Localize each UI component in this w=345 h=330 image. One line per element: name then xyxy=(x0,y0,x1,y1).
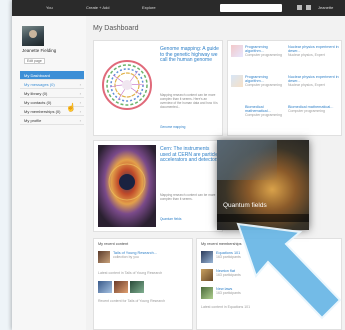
item-thumbnail xyxy=(98,251,110,263)
feature-tag-link[interactable]: Genome mapping xyxy=(160,125,185,129)
edit-page-button[interactable]: Edit page xyxy=(24,58,45,64)
recent-content-panel: My recent content Tails of Young Researc… xyxy=(93,238,193,330)
sidebar-item-profile[interactable]: My profile › xyxy=(20,116,84,125)
list-item[interactable]: Programming algorithm... Computer progra… xyxy=(245,45,283,58)
page-title: My Dashboard xyxy=(93,25,139,32)
list-item[interactable]: Newton flat 163 participants xyxy=(216,269,256,277)
list-item[interactable]: Recent content for Tails of Young Resear… xyxy=(98,299,190,303)
item-thumbnail xyxy=(130,281,144,293)
list-item[interactable]: Equations 101 163 participants xyxy=(216,251,256,259)
item-thumbnail xyxy=(231,45,243,57)
list-item[interactable]: Latest content in Tails of Young Researc… xyxy=(98,271,190,275)
search-input[interactable] xyxy=(220,4,282,12)
sidebar-item-label: My library (0) xyxy=(24,91,48,96)
chevron-right-icon: › xyxy=(79,100,81,105)
sidebar-item-label: My memberships (0) xyxy=(24,109,61,114)
item-thumbnail xyxy=(201,287,213,299)
panel-title: My recent content xyxy=(98,242,129,246)
item-thumbnail xyxy=(201,251,213,263)
recent-memberships-panel: My recent memberships Equations 101 163 … xyxy=(196,238,342,330)
feature-card-genome[interactable]: Genome mapping: A guide to the genetic h… xyxy=(93,40,223,136)
messages-icon[interactable] xyxy=(297,5,302,10)
chevron-right-icon: › xyxy=(79,91,81,96)
avatar[interactable] xyxy=(22,26,44,46)
nav-explore[interactable]: Explore xyxy=(142,5,156,10)
profile-name[interactable]: Jeanette Fielding xyxy=(22,48,56,53)
list-item[interactable]: Nuclear physics experiment in deser... N… xyxy=(288,45,340,58)
overlay-title: Quantum fields xyxy=(223,202,267,209)
sidebar: Jeanette Fielding Edit page My Dashboard… xyxy=(12,16,86,330)
list-item[interactable]: Biomedical mathematical... Computer prog… xyxy=(245,105,283,118)
item-thumbnail xyxy=(114,281,128,293)
feature-tag-link[interactable]: Quantum fields xyxy=(160,217,181,221)
overlay-caption-bar xyxy=(217,214,309,222)
sidebar-item-messages[interactable]: My messages (0) › xyxy=(20,80,84,89)
genome-map-image xyxy=(98,45,156,131)
feature-card-cern[interactable]: Cern: The instruments used at CERN are p… xyxy=(93,140,223,232)
feature-title[interactable]: Genome mapping: A guide to the genetic h… xyxy=(160,46,220,64)
item-thumbnail xyxy=(231,75,243,87)
nav-you[interactable]: You xyxy=(46,5,53,10)
item-thumbnail xyxy=(98,281,112,293)
list-item[interactable]: Tails of Young Research... collection by… xyxy=(113,251,191,259)
app-window: You Create + Add Explore Jeanette Jeanet… xyxy=(12,0,345,330)
recommended-items: Programming algorithm... Computer progra… xyxy=(227,40,342,136)
quantum-fields-preview[interactable]: Quantum fields xyxy=(217,140,309,230)
sidebar-item-library[interactable]: My library (0) › xyxy=(20,89,84,98)
feature-title[interactable]: Cern: The instruments used at CERN are p… xyxy=(160,146,220,164)
list-item[interactable]: Latest content in Equations 101 xyxy=(201,305,261,309)
panel-title: My recent memberships xyxy=(201,242,242,246)
notifications-icon[interactable] xyxy=(306,5,311,10)
chevron-right-icon: › xyxy=(79,118,81,123)
list-item[interactable]: New laws 163 participants xyxy=(216,287,256,295)
top-navigation-bar: You Create + Add Explore Jeanette xyxy=(12,0,345,16)
item-thumbnail xyxy=(201,269,213,281)
chevron-right-icon: › xyxy=(79,82,81,87)
feature-description: Mapping research content can be more com… xyxy=(160,193,216,201)
sidebar-item-label: My profile xyxy=(24,118,42,123)
list-item[interactable]: Nuclear physics experiment in deser... N… xyxy=(288,75,340,88)
particle-accelerator-image xyxy=(98,145,156,227)
user-menu[interactable]: Jeanette xyxy=(318,5,333,10)
list-item[interactable]: Biomedical mathematical... Computer prog… xyxy=(288,105,340,113)
nav-create-add[interactable]: Create + Add xyxy=(86,5,109,10)
sidebar-item-label: My Dashboard xyxy=(24,73,51,78)
sidebar-item-label: My messages (0) xyxy=(24,82,55,87)
feature-description: Mapping research content can be more com… xyxy=(160,93,218,109)
sidebar-item-dashboard[interactable]: My Dashboard xyxy=(20,71,84,80)
sidebar-menu: My Dashboard My messages (0) › My librar… xyxy=(20,71,84,125)
sidebar-item-label: My contacts (0) xyxy=(24,100,52,105)
chevron-right-icon: › xyxy=(79,109,81,114)
list-item[interactable]: Programming algorithm... Computer progra… xyxy=(245,75,283,88)
mouse-cursor-icon: ☝ xyxy=(66,103,76,112)
